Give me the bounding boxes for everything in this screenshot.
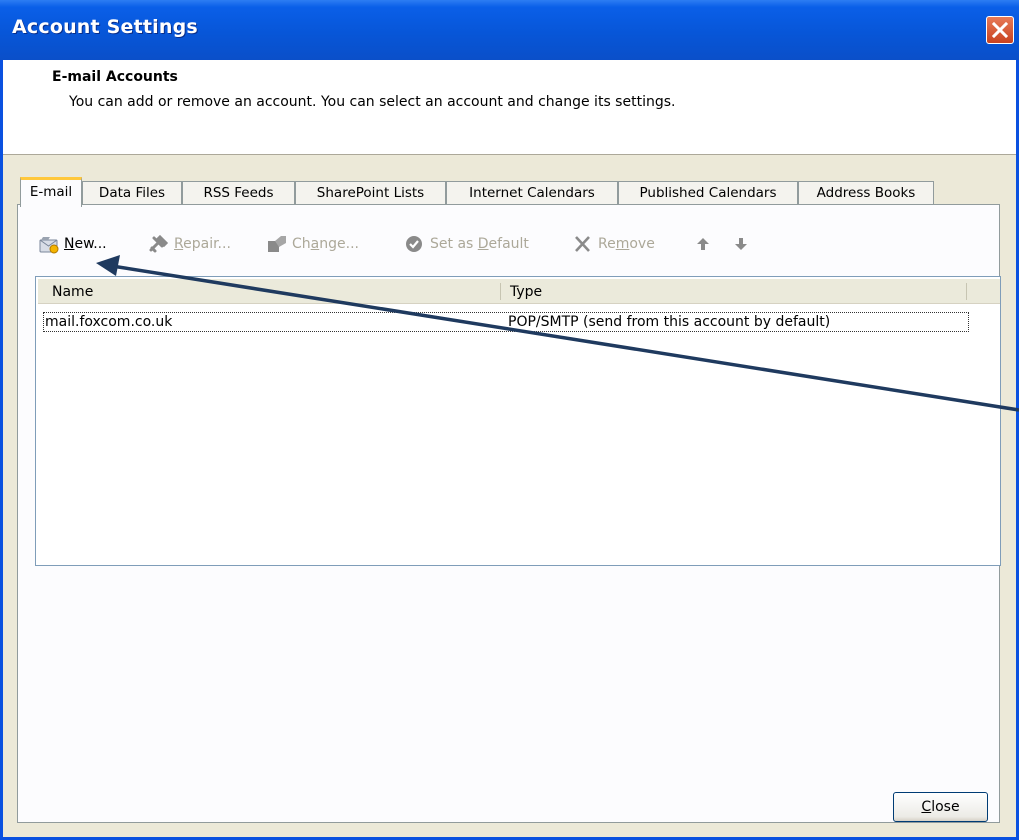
- header-panel: E-mail Accounts You can add or remove an…: [3, 60, 1016, 155]
- label-part: ove: [629, 236, 655, 252]
- column-header-type[interactable]: Type: [510, 279, 960, 303]
- tab-email[interactable]: E-mail: [20, 177, 82, 207]
- tab-label: E-mail: [29, 184, 73, 200]
- accelerator-key: C: [921, 799, 932, 815]
- account-name: mail.foxcom.co.uk: [45, 314, 173, 330]
- title-bar[interactable]: Account Settings: [0, 0, 1019, 60]
- label-part: Ch: [292, 236, 311, 252]
- accelerator-key: a: [310, 236, 320, 252]
- tab-label: Published Calendars: [639, 185, 777, 201]
- section-title: E-mail Accounts: [52, 69, 178, 85]
- button-label: lose: [931, 799, 960, 815]
- tab-rss-feeds[interactable]: RSS Feeds: [182, 181, 295, 205]
- change-button[interactable]: Change...: [266, 232, 359, 256]
- tab-published-calendars[interactable]: Published Calendars: [618, 181, 798, 205]
- tab-label: RSS Feeds: [203, 185, 274, 201]
- label-part: efault: [488, 236, 529, 252]
- repair-button[interactable]: Repair...: [148, 232, 231, 256]
- window-close-button[interactable]: [986, 16, 1014, 44]
- change-settings-icon: [268, 236, 286, 252]
- label-part: nge...: [319, 236, 359, 252]
- tab-label: Internet Calendars: [469, 185, 595, 201]
- remove-x-icon: [575, 236, 590, 252]
- window-title: Account Settings: [12, 16, 198, 38]
- accelerator-key: N: [64, 236, 75, 252]
- column-separator[interactable]: [500, 283, 501, 300]
- repair-tools-icon: [149, 234, 169, 253]
- tab-label: Address Books: [816, 185, 916, 201]
- tab-internet-calendars[interactable]: Internet Calendars: [446, 181, 618, 205]
- list-item[interactable]: mail.foxcom.co.uk POP/SMTP (send from th…: [43, 312, 969, 332]
- accounts-list[interactable]: Name Type mail.foxcom.co.uk POP/SMTP (se…: [35, 276, 1001, 566]
- tab-data-files[interactable]: Data Files: [82, 181, 182, 205]
- accelerator-key: D: [477, 236, 489, 252]
- set-as-default-button[interactable]: Set as Default: [404, 232, 529, 256]
- section-description: You can add or remove an account. You ca…: [69, 94, 676, 110]
- new-email-account-icon: [39, 237, 59, 254]
- arrow-down-icon: [735, 238, 747, 250]
- label-part: epair...: [183, 236, 231, 252]
- tab-label: Data Files: [98, 185, 166, 201]
- tab-label: SharePoint Lists: [316, 185, 425, 201]
- move-up-button[interactable]: [692, 232, 718, 256]
- arrow-up-icon: [697, 238, 709, 250]
- column-header-name[interactable]: Name: [52, 279, 512, 303]
- close-icon: [991, 21, 1009, 39]
- label-part: Set as: [430, 236, 478, 252]
- move-down-button[interactable]: [730, 232, 756, 256]
- tab-sharepoint-lists[interactable]: SharePoint Lists: [295, 181, 446, 205]
- account-type: POP/SMTP (send from this account by defa…: [508, 314, 831, 330]
- close-button[interactable]: Close: [893, 792, 988, 822]
- tab-address-books[interactable]: Address Books: [798, 181, 934, 205]
- list-header: Name Type: [38, 279, 1000, 304]
- checkmark-circle-icon: [406, 236, 422, 252]
- accelerator-key: m: [615, 236, 630, 252]
- new-account-button[interactable]: New...: [38, 232, 107, 256]
- column-separator[interactable]: [966, 283, 967, 300]
- label-part: Re: [598, 236, 616, 252]
- label-part: ew...: [74, 236, 107, 252]
- remove-button[interactable]: Remove: [572, 232, 655, 256]
- accelerator-key: R: [174, 236, 184, 252]
